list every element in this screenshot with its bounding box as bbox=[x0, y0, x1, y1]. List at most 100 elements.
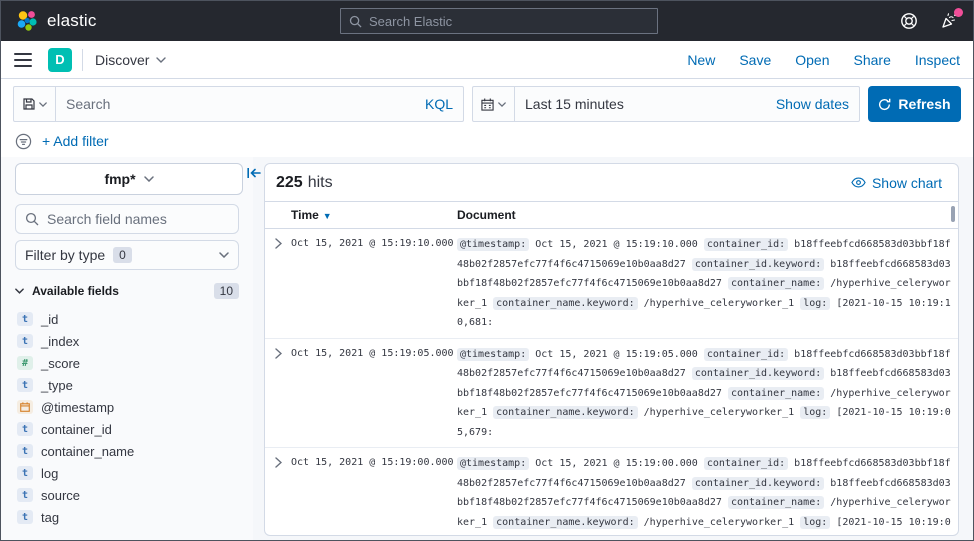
breadcrumb[interactable]: Discover bbox=[95, 52, 166, 68]
expand-row-icon[interactable] bbox=[265, 345, 291, 443]
chevron-down-icon bbox=[219, 252, 229, 258]
global-search-placeholder: Search Elastic bbox=[369, 14, 452, 29]
doc-field-value: Oct 15, 2021 @ 15:19:10.000 bbox=[535, 239, 698, 250]
field-name: source bbox=[41, 488, 80, 503]
document-rows: Oct 15, 2021 @ 15:19:10.000@timestamp: O… bbox=[265, 229, 958, 536]
available-fields-header[interactable]: Available fields 10 bbox=[15, 283, 239, 299]
app-nav-bar: D Discover NewSaveOpenShareInspect bbox=[1, 41, 973, 79]
chevron-down-icon bbox=[156, 57, 166, 63]
doc-field-key: container_name.keyword: bbox=[493, 297, 637, 310]
filter-set-icon[interactable] bbox=[15, 133, 32, 150]
field-item-index[interactable]: t_index bbox=[15, 330, 239, 352]
field-type-number-icon: # bbox=[17, 356, 33, 370]
global-search-input[interactable]: Search Elastic bbox=[340, 8, 658, 34]
field-item-type[interactable]: t_type bbox=[15, 374, 239, 396]
newsfeed-icon[interactable] bbox=[939, 11, 959, 31]
field-type-string-icon: t bbox=[17, 510, 33, 524]
doc-field-key: log: bbox=[800, 516, 830, 529]
field-type-string-icon: t bbox=[17, 444, 33, 458]
doc-field-value: Oct 15, 2021 @ 15:19:05.000 bbox=[535, 349, 698, 360]
notification-badge bbox=[954, 8, 963, 17]
field-item-score[interactable]: #_score bbox=[15, 352, 239, 374]
row-document: @timestamp: Oct 15, 2021 @ 15:19:00.000 … bbox=[457, 454, 958, 536]
doc-field-key: log: bbox=[800, 406, 830, 419]
add-filter-button[interactable]: + Add filter bbox=[42, 133, 109, 149]
query-search-input[interactable]: Search KQL bbox=[56, 87, 463, 121]
field-item-tag[interactable]: ttag bbox=[15, 506, 239, 528]
nav-action-new[interactable]: New bbox=[687, 52, 715, 68]
index-pattern-selector[interactable]: fmp* bbox=[15, 163, 243, 195]
column-header-document[interactable]: Document bbox=[457, 208, 958, 222]
nav-action-share[interactable]: Share bbox=[854, 52, 891, 68]
doc-field-key: container_id: bbox=[704, 348, 788, 361]
doc-field-key: container_id.keyword: bbox=[692, 258, 824, 271]
eye-icon bbox=[851, 177, 866, 188]
fields-sidebar: fmp* Search field names Filter by type 0 bbox=[1, 157, 253, 540]
brand-name: elastic bbox=[47, 11, 97, 31]
show-dates-button[interactable]: Show dates bbox=[776, 96, 849, 112]
divider bbox=[82, 49, 83, 71]
row-document: @timestamp: Oct 15, 2021 @ 15:19:05.000 … bbox=[457, 345, 958, 443]
search-icon bbox=[25, 212, 39, 226]
menu-icon[interactable] bbox=[14, 53, 32, 67]
field-name: tag bbox=[41, 510, 59, 525]
row-timestamp: Oct 15, 2021 @ 15:19:10.000 bbox=[291, 235, 457, 333]
field-name: _index bbox=[41, 334, 79, 349]
field-item-log[interactable]: tlog bbox=[15, 462, 239, 484]
chevron-down-icon bbox=[39, 102, 47, 107]
field-search-input[interactable]: Search field names bbox=[15, 204, 239, 234]
expand-row-icon[interactable] bbox=[265, 454, 291, 536]
field-item-timestamp[interactable]: @timestamp bbox=[15, 396, 239, 418]
doc-field-key: container_name: bbox=[728, 496, 824, 509]
expand-row-icon[interactable] bbox=[265, 235, 291, 333]
elastic-logo-icon bbox=[15, 9, 39, 33]
doc-field-key: container_name: bbox=[728, 277, 824, 290]
hits-label: hits bbox=[308, 174, 333, 192]
field-name: container_id bbox=[41, 422, 112, 437]
doc-field-key: @timestamp: bbox=[457, 348, 529, 361]
results-panel: 225 hits Show chart Time▼ D bbox=[264, 163, 959, 536]
elastic-logo[interactable]: elastic bbox=[15, 9, 97, 33]
doc-field-key: @timestamp: bbox=[457, 457, 529, 470]
time-range-value[interactable]: Last 15 minutes Show dates bbox=[515, 87, 859, 121]
nav-actions: New Save Open Share Inspect bbox=[687, 52, 960, 68]
vertical-scrollbar[interactable] bbox=[951, 206, 955, 222]
kql-language-button[interactable]: KQL bbox=[425, 96, 453, 112]
doc-field-value: /hyperhive_celeryworker_1 bbox=[644, 407, 795, 418]
doc-field-key: container_id: bbox=[704, 238, 788, 251]
page-title: Discover bbox=[95, 52, 149, 68]
query-placeholder: Search bbox=[66, 96, 110, 112]
nav-action-inspect[interactable]: Inspect bbox=[915, 52, 960, 68]
table-row: Oct 15, 2021 @ 15:19:05.000@timestamp: O… bbox=[265, 339, 958, 449]
filter-by-type-select[interactable]: Filter by type 0 bbox=[15, 240, 239, 270]
field-name: container_name bbox=[41, 444, 134, 459]
nav-action-open[interactable]: Open bbox=[795, 52, 829, 68]
refresh-button[interactable]: Refresh bbox=[868, 86, 961, 122]
field-type-string-icon: t bbox=[17, 466, 33, 480]
field-item-source[interactable]: tsource bbox=[15, 484, 239, 506]
field-item-container_id[interactable]: tcontainer_id bbox=[15, 418, 239, 440]
sort-desc-icon: ▼ bbox=[323, 211, 332, 221]
datepicker-quick-menu-button[interactable] bbox=[473, 87, 515, 121]
chevron-down-icon bbox=[144, 176, 154, 182]
calendar-icon bbox=[481, 98, 494, 111]
field-name: _type bbox=[41, 378, 73, 393]
row-timestamp: Oct 15, 2021 @ 15:19:05.000 bbox=[291, 345, 457, 443]
field-type-string-icon: t bbox=[17, 312, 33, 326]
help-icon[interactable] bbox=[899, 11, 919, 31]
results-area: 225 hits Show chart Time▼ D bbox=[253, 157, 973, 540]
field-item-container_name[interactable]: t container_name bbox=[15, 440, 239, 462]
hits-count: 225 bbox=[276, 174, 303, 192]
field-name: @timestamp bbox=[41, 400, 114, 415]
type-filter-count-badge: 0 bbox=[113, 247, 132, 263]
doc-field-key: container_id.keyword: bbox=[692, 477, 824, 490]
column-header-time[interactable]: Time▼ bbox=[291, 208, 457, 222]
query-area: Search KQL Last 15 minutes bbox=[1, 79, 973, 157]
table-header: Time▼ Document bbox=[265, 202, 958, 229]
field-item-id[interactable]: t_id bbox=[15, 308, 239, 330]
chevron-down-icon bbox=[498, 102, 506, 107]
show-chart-button[interactable]: Show chart bbox=[851, 175, 942, 191]
saved-query-menu-button[interactable] bbox=[14, 87, 56, 121]
nav-action-save[interactable]: Save bbox=[739, 52, 771, 68]
field-name: log bbox=[41, 466, 58, 481]
